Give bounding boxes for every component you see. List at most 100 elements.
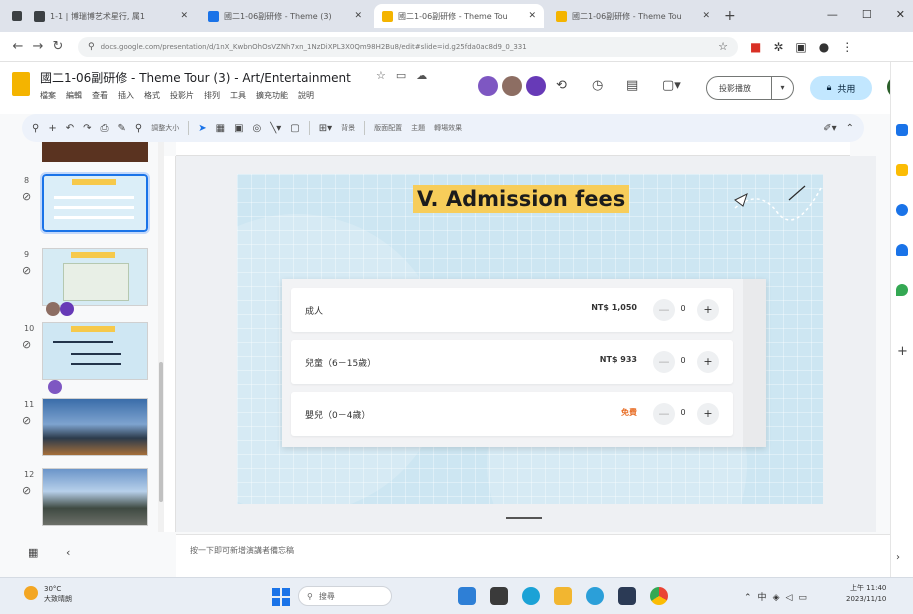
avatar[interactable] — [502, 76, 522, 96]
increment-button[interactable]: + — [697, 403, 719, 425]
menu-file[interactable]: 檔案 — [40, 90, 56, 101]
slide-thumbnail[interactable] — [42, 248, 148, 306]
current-slide[interactable]: V. Admission fees 成人 NT$ 1,050 — 0 + 兒童（… — [237, 174, 823, 504]
minimize-button[interactable]: — — [827, 8, 838, 21]
document-title[interactable]: 國二1-06副研修 - Theme Tour (3) - Art/Enterta… — [40, 69, 351, 86]
menu-format[interactable]: 格式 — [144, 90, 160, 101]
menu-view[interactable]: 查看 — [92, 90, 108, 101]
redo-icon[interactable]: ↷ — [83, 123, 91, 134]
search-menus-icon[interactable]: ⚲ — [32, 123, 39, 134]
extension-puzzle-icon[interactable]: ✲ — [773, 40, 783, 54]
keep-icon[interactable] — [896, 164, 908, 176]
move-folder-icon[interactable]: ▭ — [396, 69, 416, 82]
avatar[interactable] — [478, 76, 498, 96]
extension-red-icon[interactable]: ■ — [750, 40, 761, 54]
edge-app-icon[interactable] — [522, 587, 540, 605]
close-window-button[interactable]: ✕ — [896, 8, 905, 21]
line-icon[interactable]: ╲▾ — [270, 123, 281, 134]
browser-tab-4[interactable]: 國二1-06副研修 - Theme Tou ✕ — [548, 4, 718, 28]
expand-panel-icon[interactable]: › — [896, 552, 900, 563]
menu-slide[interactable]: 投影片 — [170, 90, 194, 101]
slide-thumbnail[interactable] — [40, 172, 150, 234]
browser-tab-3[interactable]: 國二1-06副研修 - Theme Tou ✕ — [374, 4, 544, 28]
close-tab-icon[interactable]: ✕ — [702, 11, 710, 21]
collapse-filmstrip-icon[interactable]: ‹ — [66, 546, 70, 559]
increment-button[interactable]: + — [697, 299, 719, 321]
menu-extensions[interactable]: 擴充功能 — [256, 90, 288, 101]
comments-icon[interactable]: ▤ — [626, 78, 638, 93]
zoom-select[interactable]: 調整大小 — [151, 123, 179, 133]
select-cursor-icon[interactable]: ➤ — [198, 123, 206, 134]
ime-icon[interactable]: 中 — [758, 593, 773, 603]
battery-icon[interactable]: ▭ — [798, 593, 813, 603]
calendar-icon[interactable] — [896, 124, 908, 136]
theme-button[interactable]: 主題 — [411, 123, 425, 133]
transition-button[interactable]: 轉場效果 — [434, 123, 462, 133]
slide-thumbnail[interactable] — [42, 398, 148, 456]
taskbar-search[interactable]: ⚲ 搜尋 — [298, 586, 392, 606]
profile-icon[interactable]: ● — [819, 40, 829, 54]
teams-app-icon[interactable] — [586, 587, 604, 605]
slide-thumbnail[interactable] — [42, 468, 148, 526]
shape-icon[interactable]: ◎ — [253, 123, 262, 134]
wifi-icon[interactable]: ◈ — [773, 593, 786, 603]
increment-button[interactable]: + — [697, 351, 719, 373]
collapse-toolbar-icon[interactable]: ⌃ — [846, 123, 854, 134]
star-icon[interactable]: ☆ — [376, 69, 396, 82]
menu-help[interactable]: 說明 — [298, 90, 314, 101]
widgets-app-icon[interactable] — [458, 587, 476, 605]
start-icon[interactable] — [272, 588, 290, 606]
contacts-icon[interactable] — [896, 244, 908, 256]
scrollbar-thumb[interactable] — [159, 362, 163, 502]
history-icon[interactable]: ◷ — [592, 78, 603, 93]
slide-thumbnail[interactable] — [42, 322, 148, 380]
layout-button[interactable]: 版面配置 — [374, 123, 402, 133]
undo-icon[interactable]: ↶ — [66, 123, 74, 134]
background-button[interactable]: 背景 — [341, 123, 355, 133]
url-input[interactable]: ⚲ docs.google.com/presentation/d/1nX_Kwb… — [78, 36, 738, 57]
speaker-notes[interactable]: 按一下即可新增演講者備忘稿 — [176, 534, 890, 577]
zoom-icon[interactable]: ⚲ — [135, 123, 142, 134]
menu-edit[interactable]: 編輯 — [66, 90, 82, 101]
slide-thumbnail-partial[interactable] — [42, 142, 148, 162]
slides-logo-icon[interactable] — [12, 72, 30, 96]
text-box-icon[interactable]: ▦ — [216, 123, 225, 134]
browser-menu-icon[interactable]: ⋮ — [841, 40, 853, 54]
close-tab-icon[interactable]: ✕ — [528, 11, 536, 21]
chrome-app-icon[interactable] — [650, 587, 668, 605]
maximize-button[interactable]: ☐ — [862, 8, 872, 21]
clock[interactable]: 上午 11:40 2023/11/10 — [846, 583, 886, 605]
insert-icon[interactable]: ⊞▾ — [319, 123, 332, 134]
side-panel-icon[interactable]: ▣ — [795, 40, 806, 54]
add-addon-icon[interactable]: + — [897, 344, 908, 359]
chevron-down-icon[interactable]: ▾ — [771, 77, 793, 99]
bookmark-star-icon[interactable]: ☆ — [718, 40, 728, 53]
tab-search-icon[interactable] — [12, 11, 22, 21]
file-explorer-icon[interactable] — [554, 587, 572, 605]
share-button[interactable]: 🔒︎ 共用 — [810, 76, 872, 100]
volume-icon[interactable]: ◁ — [785, 593, 798, 603]
grid-view-icon[interactable]: ▦ — [28, 546, 38, 559]
print-icon[interactable]: ⎙ — [101, 123, 109, 134]
new-tab-button[interactable]: + — [724, 8, 736, 24]
tasks-icon[interactable] — [896, 204, 908, 216]
show-hidden-icon[interactable]: ⌃ — [744, 593, 758, 603]
decrement-button[interactable]: — — [653, 351, 675, 373]
system-tray[interactable]: ⌃中◈◁▭ — [744, 590, 813, 603]
new-slide-icon[interactable]: + — [48, 123, 56, 134]
decrement-button[interactable]: — — [653, 403, 675, 425]
slide-title[interactable]: V. Admission fees — [413, 185, 630, 213]
decrement-button[interactable]: — — [653, 299, 675, 321]
close-tab-icon[interactable]: ✕ — [180, 11, 188, 21]
menu-arrange[interactable]: 排列 — [204, 90, 220, 101]
paint-format-icon[interactable]: ✎ — [118, 123, 126, 134]
comment-add-icon[interactable]: ▢ — [290, 123, 299, 134]
browser-tab-2[interactable]: 國二1-06副研修 - Theme (3) ✕ — [200, 4, 370, 28]
avatar[interactable] — [526, 76, 546, 96]
reload-icon[interactable]: ↻ — [48, 39, 68, 54]
menu-insert[interactable]: 插入 — [118, 90, 134, 101]
cloud-status-icon[interactable]: ☁ — [416, 69, 437, 82]
last-edit-icon[interactable]: ⟲ — [556, 78, 567, 93]
menu-tools[interactable]: 工具 — [230, 90, 246, 101]
meet-icon[interactable]: ▢▾ — [662, 78, 681, 93]
